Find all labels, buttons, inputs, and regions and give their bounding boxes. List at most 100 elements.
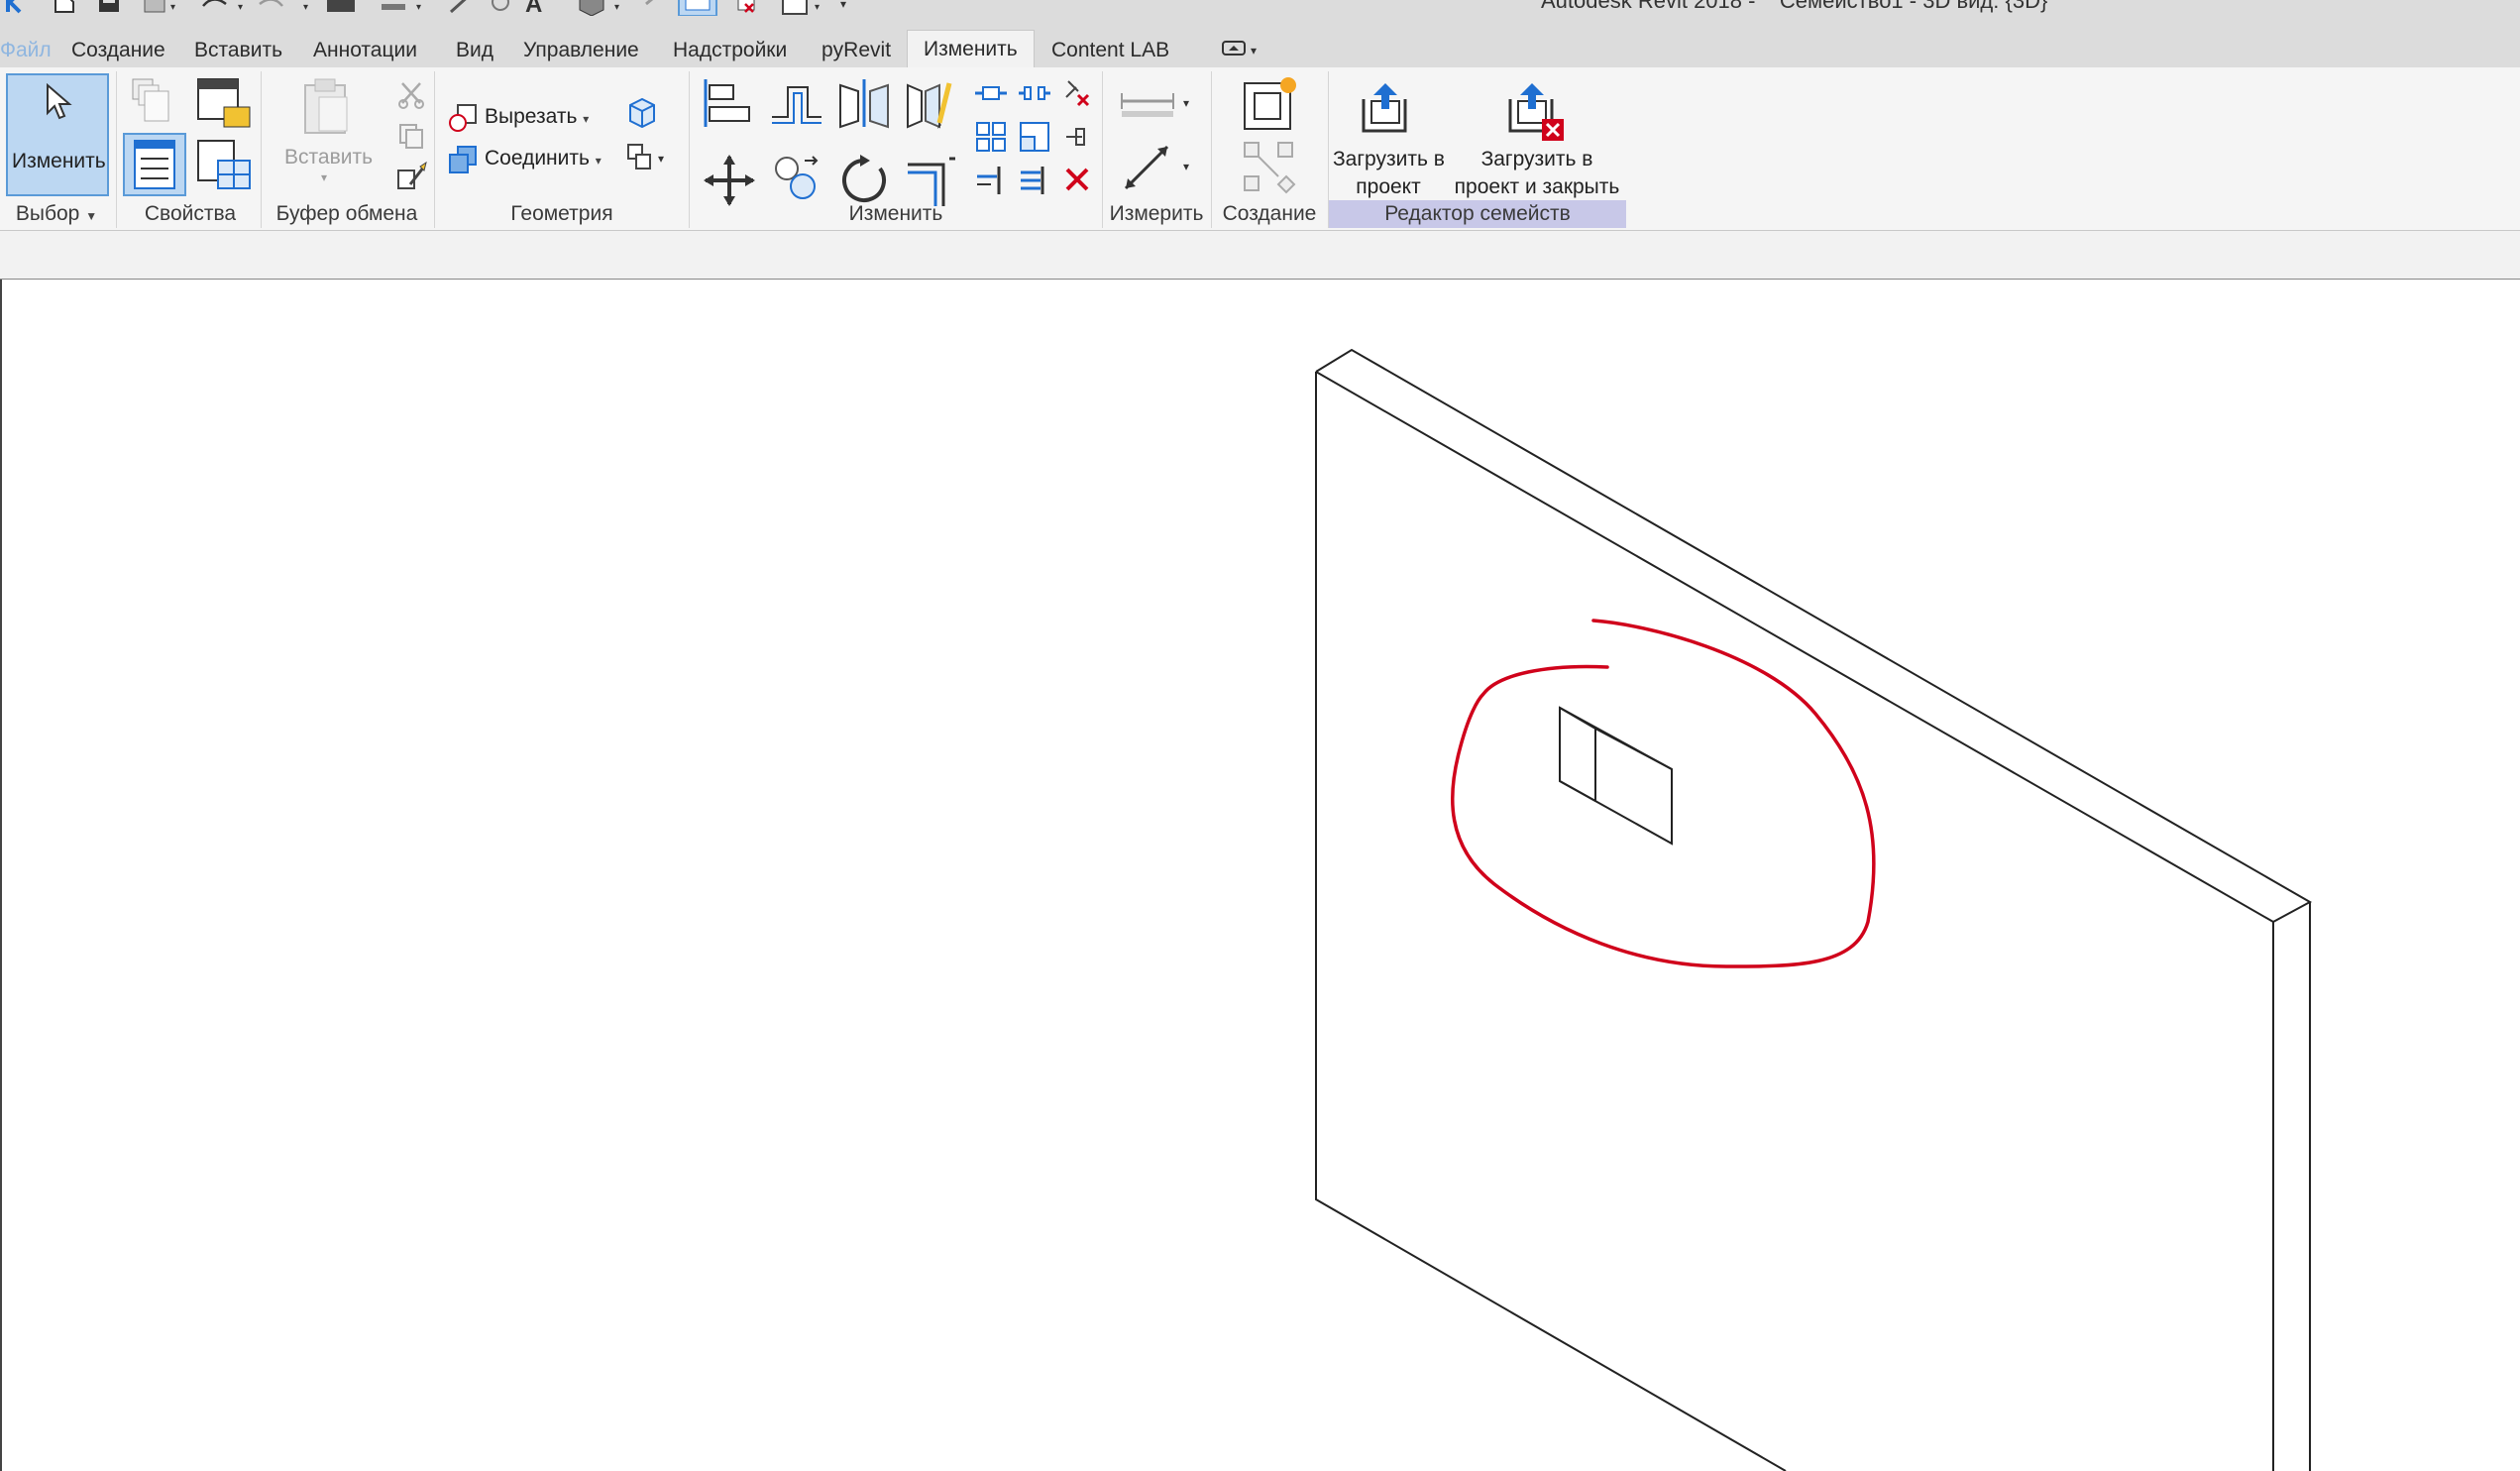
- join-geometry-label: Соединить: [485, 147, 590, 170]
- window-title: Autodesk Revit 2018 - Семейство1 - 3D ви…: [1541, 0, 2048, 13]
- svg-text:▾: ▾: [1183, 160, 1189, 173]
- pointer-icon: [44, 83, 73, 123]
- load-into-project-close-label-1: Загрузить в: [1480, 148, 1593, 170]
- wall-opening[interactable]: [1559, 706, 1673, 846]
- mirror-draw-axis-icon[interactable]: [904, 77, 959, 129]
- tab-manage[interactable]: Управление: [523, 32, 639, 67]
- pin-icon[interactable]: [1062, 121, 1092, 151]
- close-hidden-icon[interactable]: [678, 0, 717, 16]
- svg-text:▾: ▾: [658, 152, 664, 166]
- chevron-down-icon: ▾: [321, 170, 328, 184]
- title-bar: ▾ ▾ ▾ ▾ A ▾ ▾ ▾ Autodesk Revit 2018 - Сем…: [0, 0, 2520, 16]
- save-icon[interactable]: [99, 0, 119, 12]
- dimension-icon[interactable]: [449, 0, 471, 14]
- model-view: [1315, 348, 2313, 1471]
- clipboard-panel-label: Буфер обмена: [275, 202, 418, 225]
- join-geometry-button[interactable]: Соединить ▾: [485, 146, 602, 173]
- cut-geometry-label: Вырезать: [485, 105, 578, 128]
- array-icon[interactable]: [973, 119, 1009, 155]
- split-element-icon[interactable]: [973, 79, 1009, 107]
- paint-icon[interactable]: ▾: [624, 141, 674, 174]
- options-bar: [0, 231, 2520, 280]
- open-icon[interactable]: [55, 0, 74, 13]
- revit-logo-icon[interactable]: [6, 0, 22, 14]
- trim-extend-multiple-icon[interactable]: [1017, 163, 1052, 198]
- tab-insert[interactable]: Вставить: [194, 32, 282, 67]
- load-into-project-button[interactable]: [1358, 79, 1417, 139]
- panel-divider: [434, 71, 435, 228]
- svg-text:▾: ▾: [170, 2, 175, 13]
- customize-icon[interactable]: ▾ ▾: [782, 0, 846, 15]
- 3d-view-icon[interactable]: ▾: [579, 0, 619, 16]
- unpin-icon[interactable]: [1062, 77, 1092, 107]
- create-similar-icon[interactable]: [1239, 75, 1300, 133]
- undo-icon[interactable]: ▾: [202, 0, 243, 13]
- family-category-icon[interactable]: [194, 75, 254, 131]
- svg-text:▾: ▾: [840, 0, 846, 11]
- geometry-panel-label: Геометрия: [510, 202, 613, 225]
- family-editor-panel-label: Редактор семейств: [1329, 200, 1626, 228]
- tag-icon[interactable]: [492, 0, 509, 11]
- measure-icon[interactable]: ▾: [382, 2, 421, 13]
- tab-addins[interactable]: Надстройки: [673, 32, 787, 67]
- tab-annotate[interactable]: Аннотации: [313, 32, 417, 67]
- quick-access-toolbar: ▾ ▾ ▾ ▾ A ▾ ▾ ▾: [0, 0, 872, 16]
- switch-windows-icon[interactable]: [737, 0, 755, 13]
- tab-pyrevit[interactable]: pyRevit: [822, 32, 891, 67]
- measure-between-references-icon[interactable]: ▾: [1118, 85, 1195, 125]
- properties-icon: [131, 139, 180, 190]
- svg-text:A: A: [525, 0, 542, 16]
- family-types-icon[interactable]: [129, 75, 180, 129]
- text-icon[interactable]: A: [525, 0, 542, 16]
- select-panel-label[interactable]: Выбор ▼: [0, 200, 113, 228]
- properties-panel-label: Свойства: [144, 202, 237, 225]
- chevron-down-icon: ▼: [85, 209, 98, 223]
- paste-button-label: Вставить: [284, 146, 374, 169]
- svg-text:▾: ▾: [1183, 96, 1189, 110]
- 3d-view-canvas[interactable]: [0, 280, 2520, 1471]
- split-with-gap-icon[interactable]: [1017, 79, 1052, 107]
- tab-modify[interactable]: Изменить: [907, 30, 1035, 68]
- cut-geometry-button[interactable]: Вырезать ▾: [485, 104, 589, 132]
- tab-file[interactable]: Файл: [0, 32, 52, 67]
- load-into-project-and-close-button[interactable]: [1504, 79, 1568, 143]
- trim-extend-single-icon[interactable]: [973, 163, 1009, 198]
- offset-icon[interactable]: [768, 77, 823, 129]
- tab-create[interactable]: Создание: [71, 32, 165, 67]
- svg-text:▾: ▾: [614, 2, 619, 13]
- copy-icon[interactable]: [396, 121, 426, 151]
- wall-panel[interactable]: [1315, 348, 2313, 1471]
- ribbon-tab-bar: Файл Создание Вставить Аннотации Вид Упр…: [0, 16, 2520, 68]
- join-geometry-icon: [448, 145, 478, 174]
- svg-text:▾: ▾: [303, 2, 308, 13]
- create-panel-label: Создание: [1222, 202, 1317, 225]
- markup-circle-annotation: [1451, 619, 1876, 968]
- section-icon[interactable]: [645, 0, 658, 6]
- tab-view[interactable]: Вид: [456, 32, 493, 67]
- redo-icon[interactable]: ▾: [259, 0, 308, 13]
- aligned-dimension-icon[interactable]: ▾: [1118, 141, 1195, 196]
- load-into-project-label-1: Загрузить в: [1333, 148, 1445, 170]
- print-icon[interactable]: [327, 0, 355, 12]
- sync-icon[interactable]: ▾: [144, 0, 175, 13]
- cut-geometry-icon: [448, 103, 478, 133]
- split-face-icon[interactable]: [626, 97, 658, 131]
- svg-text:▾: ▾: [1251, 44, 1257, 57]
- cut-clipboard-icon[interactable]: [396, 79, 426, 109]
- create-group-icon[interactable]: [1241, 139, 1298, 194]
- delete-icon[interactable]: [1062, 165, 1092, 194]
- svg-text:▾: ▾: [238, 2, 243, 13]
- svg-text:▾: ▾: [815, 2, 820, 13]
- type-properties-icon[interactable]: [194, 137, 254, 192]
- paste-icon[interactable]: [299, 77, 355, 137]
- panel-divider: [689, 71, 690, 228]
- panel-divider: [116, 71, 117, 228]
- align-icon[interactable]: [700, 77, 755, 129]
- tab-content-lab[interactable]: Content LAB: [1051, 32, 1169, 67]
- scale-icon[interactable]: [1017, 119, 1052, 155]
- mirror-pick-axis-icon[interactable]: [836, 77, 892, 129]
- minimize-ribbon-button[interactable]: ▾: [1221, 36, 1266, 71]
- match-properties-icon[interactable]: [396, 161, 428, 192]
- select-panel-label-text: Выбор: [15, 202, 80, 225]
- svg-text:▾: ▾: [416, 2, 421, 13]
